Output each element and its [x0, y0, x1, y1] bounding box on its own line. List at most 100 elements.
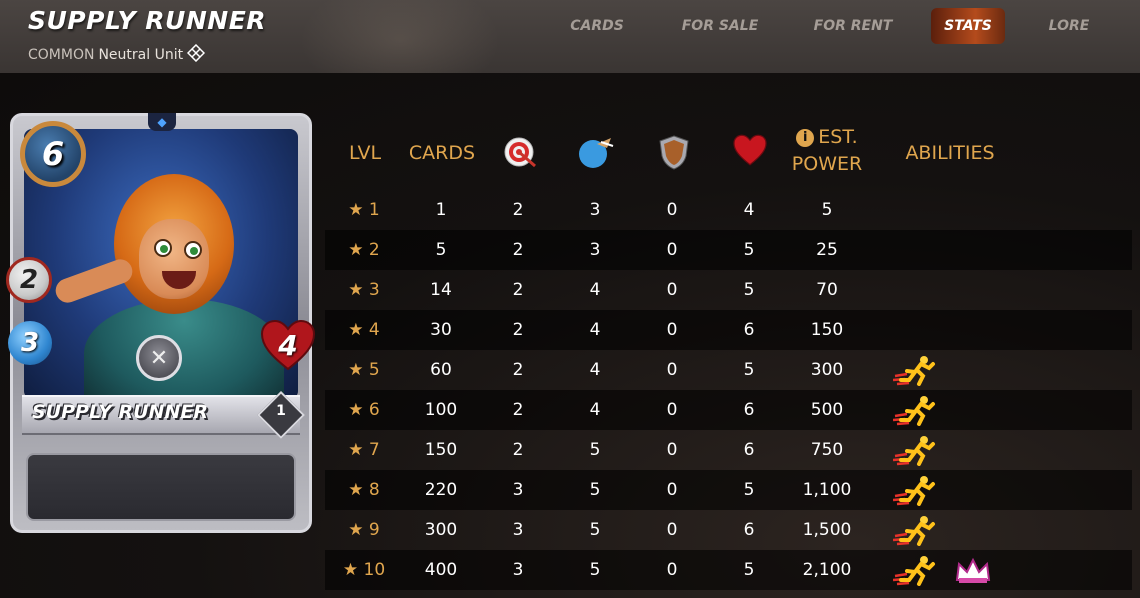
cards-cell: 1: [435, 200, 447, 220]
cards-cell: 220: [424, 480, 458, 500]
ranged-cell: 2: [512, 240, 524, 260]
speed-cell: 5: [589, 480, 601, 500]
speed-cell: 3: [589, 200, 601, 220]
speed-cell: 5: [589, 440, 601, 460]
header-lvl: LVL: [348, 142, 382, 164]
level-cell: ★ 7: [348, 440, 380, 460]
swiftness-icon[interactable]: [892, 474, 937, 506]
est-power-line2: POWER: [791, 153, 863, 175]
cards-cell: 30: [430, 320, 452, 340]
health-cell: 6: [743, 520, 755, 540]
power-cell: 500: [810, 400, 844, 420]
tab-stats[interactable]: STATS: [931, 8, 1005, 44]
swiftness-icon[interactable]: [892, 394, 937, 426]
ranged-cell: 2: [512, 360, 524, 380]
cards-cell: 100: [424, 400, 458, 420]
card-image: ◆ 6 2 3 4 ✕ SUPPLY RUNNER 1: [6, 113, 316, 533]
health-cell: 5: [743, 280, 755, 300]
table-row: ★ 4 30 2 4 0 6 150: [325, 310, 1132, 350]
character-cloak: [84, 299, 284, 399]
card-subtitle: COMMON Neutral Unit: [28, 43, 206, 66]
ranged-cell: 2: [512, 400, 524, 420]
card-description-box: [26, 453, 296, 521]
power-cell: 25: [816, 240, 838, 260]
speed-cell: 4: [589, 280, 601, 300]
speed-cell: 4: [589, 400, 601, 420]
health-cell: 6: [743, 440, 755, 460]
ranged-attack-icon: [500, 134, 540, 170]
power-cell: 300: [810, 360, 844, 380]
armor-cell: 0: [666, 320, 678, 340]
power-cell: 5: [821, 200, 833, 220]
speed-cell: 4: [589, 320, 601, 340]
armor-cell: 0: [666, 520, 678, 540]
edition-gem-icon: ◆: [148, 113, 176, 131]
unit-type-label: Neutral Unit: [98, 47, 184, 63]
swiftness-icon[interactable]: [892, 354, 937, 386]
tab-lore[interactable]: LORE: [1038, 8, 1100, 44]
header-abilities: ABILITIES: [905, 142, 995, 164]
ranged-attack-badge: 2: [6, 257, 52, 303]
ranged-cell: 3: [512, 520, 524, 540]
crown-icon[interactable]: [953, 556, 997, 586]
cards-cell: 400: [424, 560, 458, 580]
swiftness-icon[interactable]: [892, 434, 937, 466]
table-row: ★ 3 14 2 4 0 5 70: [325, 270, 1132, 310]
character-eye-left: [154, 239, 172, 257]
est-power-line1: i EST.: [796, 124, 858, 151]
speed-cell: 3: [589, 240, 601, 260]
card-header: SUPPLY RUNNER COMMON Neutral Unit CARDS …: [0, 0, 1140, 100]
health-cell: 5: [743, 480, 755, 500]
power-cell: 750: [810, 440, 844, 460]
ranged-cell: 3: [512, 480, 524, 500]
level-cell: ★ 4: [348, 320, 380, 340]
ranged-cell: 2: [512, 200, 524, 220]
health-cell: 6: [743, 320, 755, 340]
card-banner-name: SUPPLY RUNNER: [32, 401, 208, 423]
health-cell: 5: [743, 360, 755, 380]
level-cell: ★ 3: [348, 280, 380, 300]
speed-cell: 5: [589, 520, 601, 540]
swiftness-icon[interactable]: [892, 514, 937, 546]
neutral-element-icon: [187, 43, 206, 66]
table-row: ★ 1 1 2 3 0 4 5: [325, 190, 1132, 230]
armor-cell: 0: [666, 360, 678, 380]
tab-for-rent[interactable]: FOR RENT: [808, 8, 898, 44]
health-cell: 6: [743, 400, 755, 420]
table-row: ★ 5 60 2 4 0 5 300: [325, 350, 1132, 390]
health-icon: [730, 134, 770, 166]
cards-cell: 14: [430, 280, 452, 300]
cards-cell: 300: [424, 520, 458, 540]
health-cell: 5: [743, 240, 755, 260]
neutral-emblem-icon: ✕: [136, 335, 182, 381]
health-cell: 4: [743, 200, 755, 220]
card-level: 1: [276, 403, 286, 419]
level-cell: ★ 8: [348, 480, 380, 500]
cards-cell: 60: [430, 360, 452, 380]
armor-cell: 0: [666, 280, 678, 300]
power-cell: 1,100: [802, 480, 852, 500]
swiftness-icon[interactable]: [892, 554, 937, 586]
info-icon[interactable]: i: [796, 129, 815, 147]
table-row: ★ 8 220 3 5 0 5 1,100: [325, 470, 1132, 510]
ranged-cell: 2: [512, 440, 524, 460]
health-cell: 5: [743, 560, 755, 580]
mana-cost-badge: 6: [20, 121, 86, 187]
character-eye-right: [184, 241, 202, 259]
speed-badge: 3: [8, 321, 52, 365]
speed-cell: 4: [589, 360, 601, 380]
health-value: 4: [278, 328, 298, 362]
armor-cell: 0: [666, 240, 678, 260]
ranged-cell: 2: [512, 280, 524, 300]
armor-cell: 0: [666, 440, 678, 460]
character-arm: [52, 256, 136, 306]
page-title: SUPPLY RUNNER: [28, 6, 267, 35]
tab-for-sale[interactable]: FOR SALE: [675, 8, 765, 44]
health-badge: 4: [260, 319, 316, 371]
armor-icon: [654, 134, 694, 170]
armor-cell: 0: [666, 560, 678, 580]
tab-cards[interactable]: CARDS: [567, 8, 627, 44]
level-cell: ★ 2: [348, 240, 380, 260]
ranged-cell: 3: [512, 560, 524, 580]
level-cell: ★ 9: [348, 520, 380, 540]
